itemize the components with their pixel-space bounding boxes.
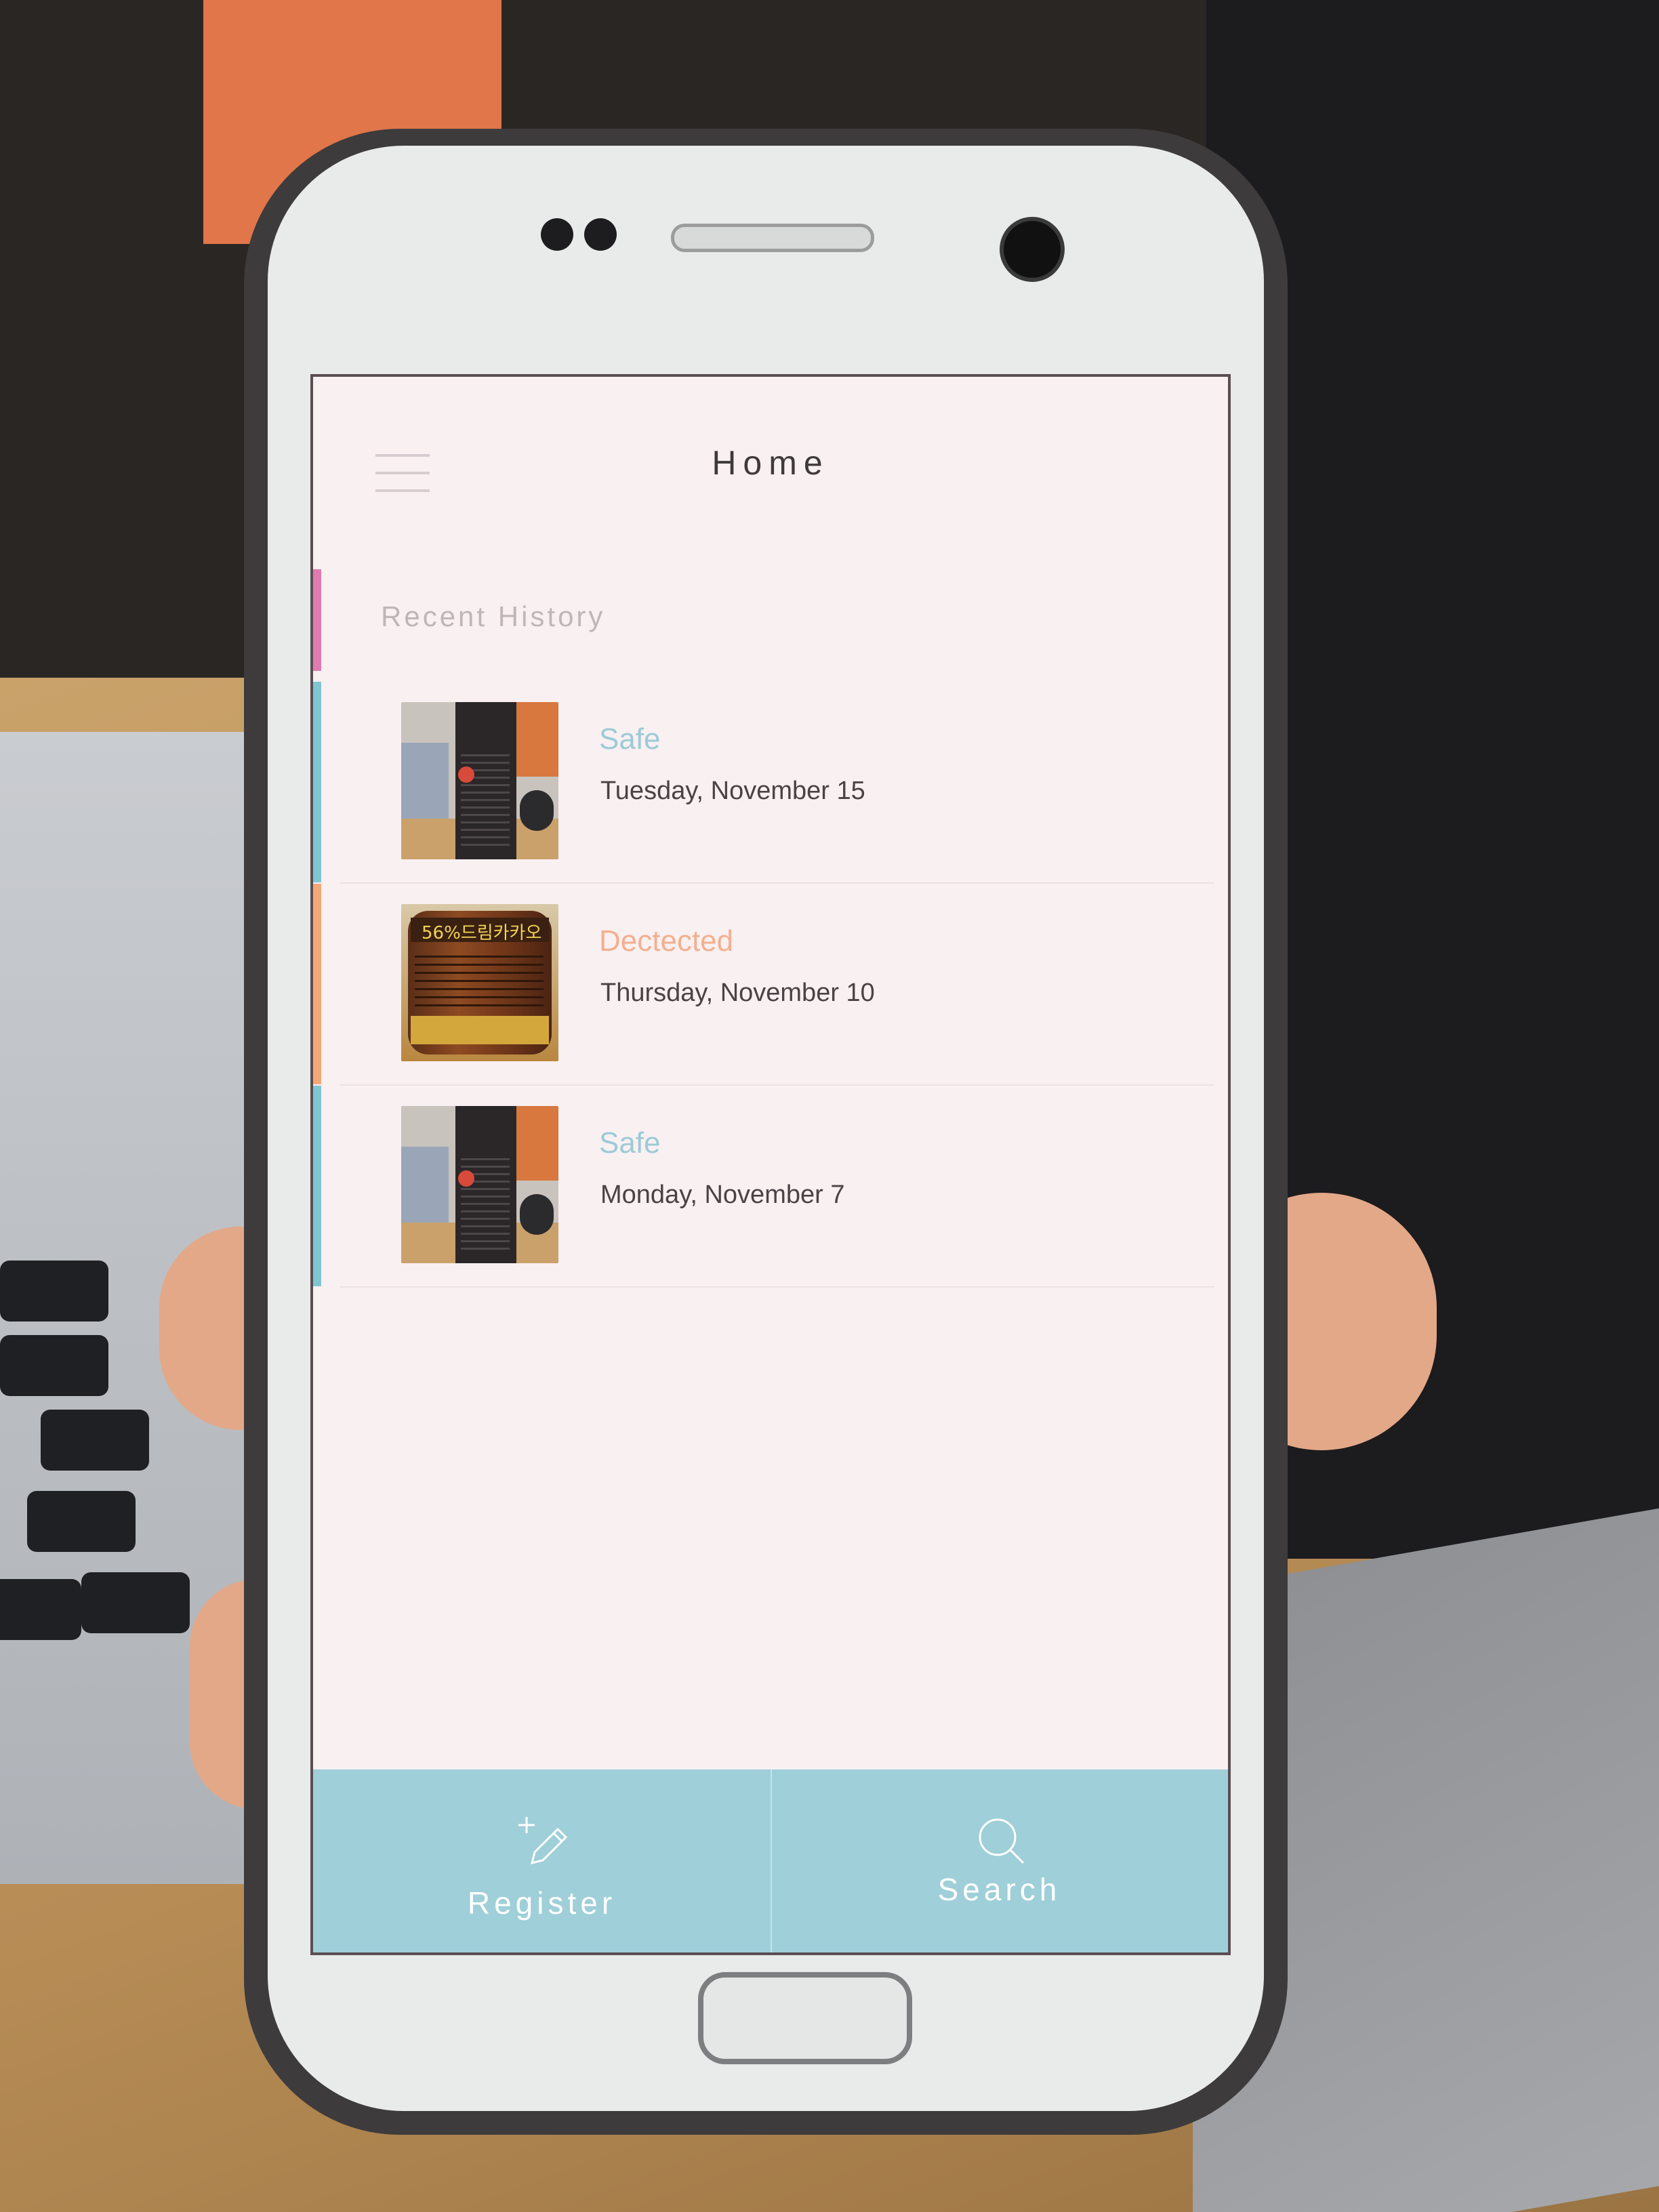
search-label: Search — [937, 1872, 1061, 1907]
section-title: Recent History — [381, 600, 606, 632]
page-title: Home — [712, 444, 830, 482]
home-button[interactable] — [698, 1972, 912, 2064]
light-sensor — [584, 218, 617, 251]
item-status: Safe — [599, 722, 661, 756]
item-date: Monday, November 7 — [600, 1181, 845, 1209]
status-stripe — [313, 884, 321, 1084]
register-label: Register — [467, 1885, 617, 1921]
section-accent-stripe — [313, 569, 321, 671]
earpiece-speaker — [671, 224, 874, 252]
item-date: Thursday, November 10 — [600, 979, 875, 1007]
history-list: Safe Tuesday, November 15 56%드림카카오 Decte… — [313, 682, 1214, 1288]
item-thumbnail: 56%드림카카오 — [401, 904, 558, 1061]
front-camera — [1000, 217, 1065, 282]
item-status: Dectected — [599, 924, 734, 958]
bottom-action-bar: Register Search — [313, 1769, 1228, 1952]
magnifier-icon — [979, 1818, 1024, 1864]
thumbnail-label-text: 56%드림카카오 — [422, 923, 542, 943]
item-status: Safe — [599, 1126, 661, 1160]
history-item[interactable]: Safe Tuesday, November 15 — [313, 682, 1214, 884]
register-button[interactable]: Register — [313, 1769, 772, 1952]
proximity-sensor — [541, 218, 573, 251]
item-date: Tuesday, November 15 — [600, 777, 865, 805]
item-thumbnail — [401, 702, 558, 859]
history-item[interactable]: Safe Monday, November 7 — [313, 1086, 1214, 1288]
app-screen: Home Recent History Safe Tuesday, Novemb… — [310, 374, 1231, 1955]
history-item[interactable]: 56%드림카카오 Dectected Thursday, November 10 — [313, 884, 1214, 1086]
search-button[interactable]: Search — [771, 1769, 1228, 1952]
item-thumbnail — [401, 1106, 558, 1263]
status-stripe — [313, 1086, 321, 1286]
pencil-plus-icon — [518, 1817, 567, 1865]
top-bar: Home — [313, 377, 1228, 553]
status-stripe — [313, 682, 321, 882]
